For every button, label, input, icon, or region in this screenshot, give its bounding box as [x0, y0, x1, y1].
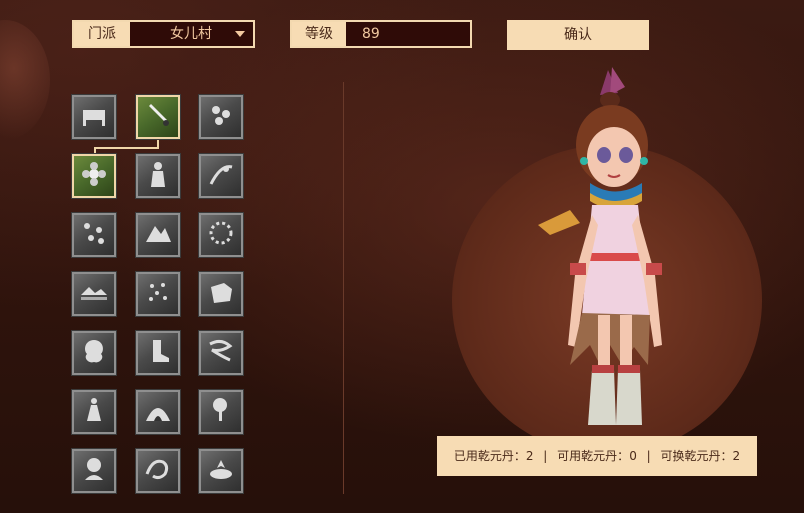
available-pill-label: 可用乾元丹：	[557, 449, 630, 463]
skill-slot[interactable]	[135, 330, 181, 376]
skill-slot[interactable]	[135, 153, 181, 199]
skill-slot[interactable]	[135, 271, 181, 317]
used-pill-value: 2	[525, 449, 534, 463]
skill-slot[interactable]	[135, 448, 181, 494]
flower-cluster-icon	[206, 100, 236, 134]
bonsai-tree-icon	[206, 395, 236, 429]
cave-icon	[143, 395, 173, 429]
cloud-emblem-icon	[79, 336, 109, 370]
skill-slot[interactable]	[71, 94, 117, 140]
level-field[interactable]: 等级 89	[290, 20, 472, 48]
skill-slot[interactable]	[71, 212, 117, 258]
sect-label: 门派	[74, 22, 130, 46]
sect-value: 女儿村	[170, 26, 212, 42]
used-pill-label: 已用乾元丹：	[453, 449, 526, 463]
lotus-pond-icon	[206, 454, 236, 488]
skill-slot[interactable]	[198, 448, 244, 494]
level-input[interactable]: 89	[346, 22, 470, 46]
skill-slot[interactable]	[198, 271, 244, 317]
available-pill-value: 0	[629, 449, 637, 463]
skill-slot[interactable]	[198, 212, 244, 258]
character-portrait	[538, 67, 662, 425]
bed-icon	[79, 100, 109, 134]
sect-dropdown[interactable]: 女儿村	[130, 22, 253, 46]
skill-slot[interactable]	[198, 389, 244, 435]
skill-slot[interactable]	[198, 330, 244, 376]
skill-slot[interactable]	[135, 389, 181, 435]
mountain-rock-icon	[143, 218, 173, 252]
panel-divider	[343, 82, 344, 494]
skill-slot[interactable]	[135, 212, 181, 258]
swirl-wind-icon	[206, 336, 236, 370]
level-label: 等级	[292, 22, 346, 46]
petals-icon	[143, 277, 173, 311]
separator: |	[543, 449, 548, 463]
background-decoration	[0, 20, 50, 140]
ring-of-flowers-icon	[206, 218, 236, 252]
phoenix-icon	[143, 454, 173, 488]
dancer-icon	[79, 395, 109, 429]
skill-slot[interactable]	[135, 94, 181, 140]
maiden-portrait-icon	[79, 454, 109, 488]
skill-slot[interactable]	[71, 153, 117, 199]
separator: |	[646, 449, 651, 463]
chevron-down-icon[interactable]	[235, 31, 245, 37]
pill-status-bar: 已用乾元丹：2 | 可用乾元丹：0 | 可换乾元丹：2	[437, 436, 757, 476]
skill-slot[interactable]	[198, 153, 244, 199]
skill-slot[interactable]	[71, 271, 117, 317]
sect-selector[interactable]: 门派 女儿村	[72, 20, 255, 48]
skill-slot[interactable]	[71, 389, 117, 435]
lake-mountain-icon	[79, 277, 109, 311]
exchangeable-pill-label: 可换乾元丹：	[660, 449, 733, 463]
skill-slot[interactable]	[198, 94, 244, 140]
standing-lady-icon	[143, 159, 173, 193]
confirm-button[interactable]: 确认	[507, 20, 649, 50]
skill-connector	[94, 147, 159, 149]
skill-slot[interactable]	[71, 448, 117, 494]
vine-icon	[206, 159, 236, 193]
blossom-icon	[79, 159, 109, 193]
exchangeable-pill-value: 2	[732, 449, 741, 463]
skill-slot[interactable]	[71, 330, 117, 376]
scattered-stones-icon	[79, 218, 109, 252]
stone-block-icon	[206, 277, 236, 311]
dagger-icon	[143, 100, 173, 134]
boot-icon	[143, 336, 173, 370]
